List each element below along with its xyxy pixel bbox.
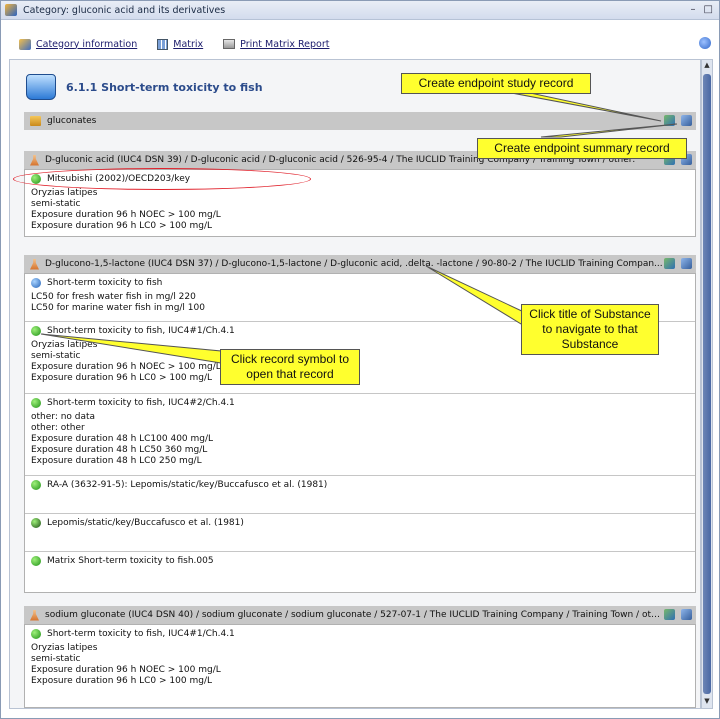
record-title[interactable]: Short-term toxicity to fish, IUC4#1/Ch.4… (47, 629, 235, 639)
record-line: Oryzias latipes (31, 643, 98, 653)
scroll-thumb[interactable] (703, 74, 711, 694)
substance-panel: Short-term toxicity to fish, IUC4#1/Ch.4… (24, 624, 696, 708)
record-title[interactable]: Lepomis/static/key/Buccafusco et al. (19… (47, 518, 244, 528)
record-symbol-icon[interactable] (31, 556, 41, 566)
toolbar: Category information Matrix Print Matrix… (1, 35, 719, 53)
print-matrix-report-label: Print Matrix Report (240, 38, 330, 50)
record: Short-term toxicity to fish, IUC4#2/Ch.4… (25, 394, 695, 476)
substance-title[interactable]: D-glucono-1,5-lactone (IUC4 DSN 37) / D-… (45, 259, 663, 269)
create-summary-record-icon[interactable] (681, 258, 692, 269)
record-title[interactable]: Short-term toxicity to fish, IUC4#2/Ch.4… (47, 398, 235, 408)
linked-record-icon[interactable] (31, 518, 41, 528)
create-summary-record-icon[interactable] (681, 609, 692, 620)
record-line: Exposure duration 96 h NOEC > 100 mg/L (31, 665, 221, 675)
substance-bar[interactable]: D-glucono-1,5-lactone (IUC4 DSN 37) / D-… (24, 255, 696, 273)
flask-icon (30, 258, 39, 270)
summary-record-icon[interactable] (31, 278, 41, 288)
print-icon (223, 39, 236, 49)
record-line: Exposure duration 96 h LC0 > 100 mg/L (31, 373, 212, 383)
record: Lepomis/static/key/Buccafusco et al. (19… (25, 514, 695, 552)
window-title: Category: gluconic acid and its derivati… (23, 4, 226, 16)
create-study-record-icon[interactable] (664, 258, 675, 269)
record-line: Exposure duration 96 h NOEC > 100 mg/L (31, 362, 221, 372)
minimize-button[interactable]: – (691, 4, 696, 15)
record-title[interactable]: Short-term toxicity to fish (47, 278, 162, 288)
category-information-label: Category information (36, 38, 138, 50)
record-title[interactable]: Short-term toxicity to fish, IUC4#1/Ch.4… (47, 326, 235, 336)
record-line: Exposure duration 96 h LC0 > 100 mg/L (31, 221, 212, 231)
category-bar: gluconates (24, 112, 696, 130)
record-line: LC50 for fresh water fish in mg/l 220 (31, 292, 196, 302)
record-line: Exposure duration 96 h NOEC > 100 mg/L (31, 210, 221, 220)
record-line: other: no data (31, 412, 96, 422)
record-line: semi-static (31, 199, 81, 209)
highlight-ellipse (13, 168, 311, 190)
record-line: semi-static (31, 654, 81, 664)
refresh-icon[interactable] (699, 37, 711, 49)
scroll-up-arrow-icon[interactable]: ▲ (702, 61, 712, 71)
category-icon (5, 4, 17, 16)
callout-record-symbol: Click record symbol to open that record (220, 349, 360, 385)
flask-icon (30, 609, 39, 621)
record-line: Exposure duration 48 h LC100 400 mg/L (31, 434, 214, 444)
matrix-label: Matrix (173, 38, 204, 50)
create-study-record-icon[interactable] (664, 115, 675, 126)
title-bar: Category: gluconic acid and its derivati… (1, 1, 719, 20)
fish-tank-icon (26, 74, 56, 100)
record: Matrix Short-term toxicity to fish.005 (25, 552, 695, 592)
record: Short-term toxicity to fish, IUC4#1/Ch.4… (25, 625, 695, 691)
create-study-record-icon[interactable] (664, 609, 675, 620)
category-window: Category: gluconic acid and its derivati… (0, 0, 720, 719)
callout-create-study-record: Create endpoint study record (401, 73, 591, 94)
record-symbol-icon[interactable] (31, 480, 41, 490)
callout-substance-title: Click title of Substance to navigate to … (521, 304, 659, 355)
record: RA-A (3632-91-5): Lepomis/static/key/Buc… (25, 476, 695, 514)
print-matrix-report-link[interactable]: Print Matrix Report (223, 39, 329, 50)
record-line: Exposure duration 48 h LC0 250 mg/L (31, 456, 202, 466)
category-info-icon (19, 38, 31, 50)
flask-icon (30, 154, 39, 166)
record-line: other: other (31, 423, 85, 433)
record-title[interactable]: Matrix Short-term toxicity to fish.005 (47, 556, 214, 566)
maximize-button[interactable]: □ (704, 4, 713, 15)
vertical-scrollbar[interactable]: ▲ ▼ (701, 59, 713, 709)
substance-title[interactable]: sodium gluconate (IUC4 DSN 40) / sodium … (45, 610, 665, 620)
record-title[interactable]: RA-A (3632-91-5): Lepomis/static/key/Buc… (47, 480, 327, 490)
record-symbol-icon[interactable] (31, 326, 41, 336)
matrix-link[interactable]: Matrix (157, 38, 204, 50)
section-heading: 6.1.1 Short-term toxicity to fish (26, 74, 263, 100)
record-symbol-icon[interactable] (31, 398, 41, 408)
record-line: Exposure duration 96 h LC0 > 100 mg/L (31, 676, 212, 686)
callout-create-summary-record: Create endpoint summary record (477, 138, 687, 159)
record-symbol-icon[interactable] (31, 629, 41, 639)
section-title: 6.1.1 Short-term toxicity to fish (66, 80, 263, 94)
record-line: Exposure duration 48 h LC50 360 mg/L (31, 445, 208, 455)
category-box-icon (30, 116, 41, 126)
category-information-link[interactable]: Category information (19, 38, 138, 50)
matrix-icon (157, 38, 169, 50)
create-summary-record-icon[interactable] (681, 115, 692, 126)
category-bar-label: gluconates (47, 116, 97, 126)
substance-bar[interactable]: sodium gluconate (IUC4 DSN 40) / sodium … (24, 606, 696, 624)
scroll-down-arrow-icon[interactable]: ▼ (702, 697, 712, 707)
